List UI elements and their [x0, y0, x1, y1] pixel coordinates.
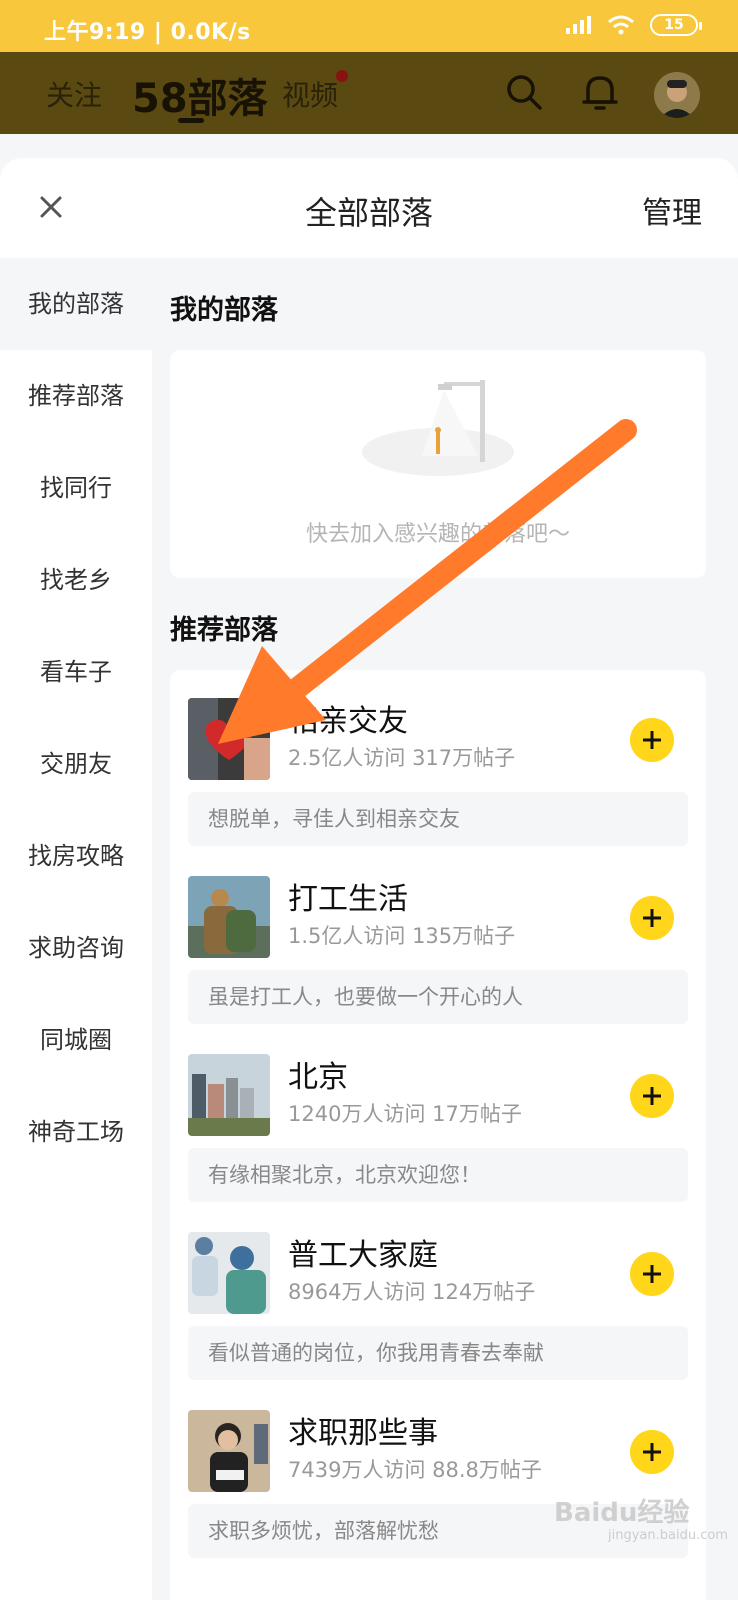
tab-58-tribe[interactable]: 58部落	[132, 66, 268, 124]
tribe-thumbnail	[188, 1054, 270, 1136]
watermark-url: jingyan.baidu.com	[608, 1528, 728, 1543]
join-plus-icon[interactable]	[630, 1430, 674, 1474]
manage-button[interactable]: 管理	[642, 188, 702, 232]
tribe-stats: 1240万人访问 17万帖子	[288, 1102, 522, 1126]
tribe-name: 打工生活	[288, 882, 408, 917]
search-icon[interactable]	[504, 72, 544, 112]
app-header: 关注 58部落 视频	[0, 52, 738, 134]
sheet-title: 全部部落	[304, 194, 433, 232]
tribe-name: 相亲交友	[288, 704, 408, 739]
sidebar-item-help[interactable]: 求助咨询	[0, 902, 152, 994]
status-bar: 上午9:19 | 0.0K/s 15	[0, 0, 738, 52]
all-tribes-sheet: 全部部落 管理 我的部落 推荐部落 找同行 找老乡 看车子 交朋友 找房攻略 求…	[0, 158, 738, 1600]
wifi-icon	[608, 15, 634, 35]
recommended-heading: 推荐部落	[170, 615, 278, 646]
tribe-thumbnail	[188, 1410, 270, 1492]
tribe-description: 有缘相聚北京，北京欢迎您！	[188, 1148, 688, 1202]
join-plus-icon[interactable]	[630, 896, 674, 940]
empty-state-card: 快去加入感兴趣的部落吧～	[170, 350, 706, 578]
bell-icon[interactable]	[580, 72, 620, 112]
sidebar-item-housing[interactable]: 找房攻略	[0, 810, 152, 902]
active-tab-indicator	[178, 118, 204, 123]
notification-dot	[336, 70, 348, 82]
signal-icon	[566, 16, 591, 34]
avatar[interactable]	[654, 72, 700, 118]
list-item[interactable]: 普工大家庭 8964万人访问 124万帖子 看似普通的岗位，你我用青春去奉献	[188, 1214, 688, 1392]
sidebar-item-workshop[interactable]: 神奇工场	[0, 1086, 152, 1178]
tribe-stats: 8964万人访问 124万帖子	[288, 1280, 536, 1304]
empty-lamp-illustration	[362, 380, 514, 476]
list-item[interactable]: 北京 1240万人访问 17万帖子 有缘相聚北京，北京欢迎您！	[188, 1036, 688, 1214]
sidebar-item-friends[interactable]: 交朋友	[0, 718, 152, 810]
status-icons: 15	[564, 14, 702, 36]
list-item[interactable]: 打工生活 1.5亿人访问 135万帖子 虽是打工人，也要做一个开心的人	[188, 858, 688, 1036]
sidebar-item-my-tribes[interactable]: 我的部落	[0, 258, 152, 350]
tribe-stats: 7439万人访问 88.8万帖子	[288, 1458, 542, 1482]
sidebar-item-cars[interactable]: 看车子	[0, 626, 152, 718]
tribe-description: 看似普通的岗位，你我用青春去奉献	[188, 1326, 688, 1380]
sidebar-item-peers[interactable]: 找同行	[0, 442, 152, 534]
sidebar-item-hometown[interactable]: 找老乡	[0, 534, 152, 626]
tribe-thumbnail	[188, 876, 270, 958]
tribe-name: 北京	[288, 1060, 348, 1095]
recommended-list: 相亲交友 2.5亿人访问 317万帖子 想脱单，寻佳人到相亲交友 打工生活 1.…	[170, 670, 706, 1600]
tab-video[interactable]: 视频	[282, 74, 338, 114]
tribe-description: 虽是打工人，也要做一个开心的人	[188, 970, 688, 1024]
sidebar-item-city[interactable]: 同城圈	[0, 994, 152, 1086]
status-time: 上午9:19 | 0.0K/s	[44, 20, 251, 45]
tribe-thumbnail	[188, 1232, 270, 1314]
tribe-content: 我的部落 快去加入感兴趣的部落吧～ 推荐部落 相亲交友 2.5亿人访问 317万…	[152, 258, 738, 1600]
join-plus-icon[interactable]	[630, 718, 674, 762]
tribe-description: 想脱单，寻佳人到相亲交友	[188, 792, 688, 846]
tribe-stats: 1.5亿人访问 135万帖子	[288, 924, 516, 948]
tribe-stats: 2.5亿人访问 317万帖子	[288, 746, 516, 770]
join-plus-icon[interactable]	[630, 1252, 674, 1296]
category-sidebar: 我的部落 推荐部落 找同行 找老乡 看车子 交朋友 找房攻略 求助咨询 同城圈 …	[0, 258, 152, 1600]
sheet-header: 全部部落 管理	[0, 158, 738, 258]
tribe-name: 普工大家庭	[288, 1238, 438, 1273]
list-item[interactable]: 相亲交友 2.5亿人访问 317万帖子 想脱单，寻佳人到相亲交友	[188, 680, 688, 858]
tab-follow[interactable]: 关注	[46, 74, 102, 114]
tribe-thumbnail	[188, 698, 270, 780]
empty-state-text: 快去加入感兴趣的部落吧～	[305, 522, 570, 547]
my-tribes-heading: 我的部落	[170, 295, 278, 326]
tribe-name: 求职那些事	[288, 1416, 438, 1451]
baidu-watermark: Baidu经验	[554, 1498, 690, 1528]
battery-icon: 15	[650, 14, 702, 36]
join-plus-icon[interactable]	[630, 1074, 674, 1118]
list-item[interactable]: 求职那些事 7439万人访问 88.8万帖子 求职多烦忧，部落解忧愁	[188, 1392, 688, 1570]
sidebar-item-recommended[interactable]: 推荐部落	[0, 350, 152, 442]
